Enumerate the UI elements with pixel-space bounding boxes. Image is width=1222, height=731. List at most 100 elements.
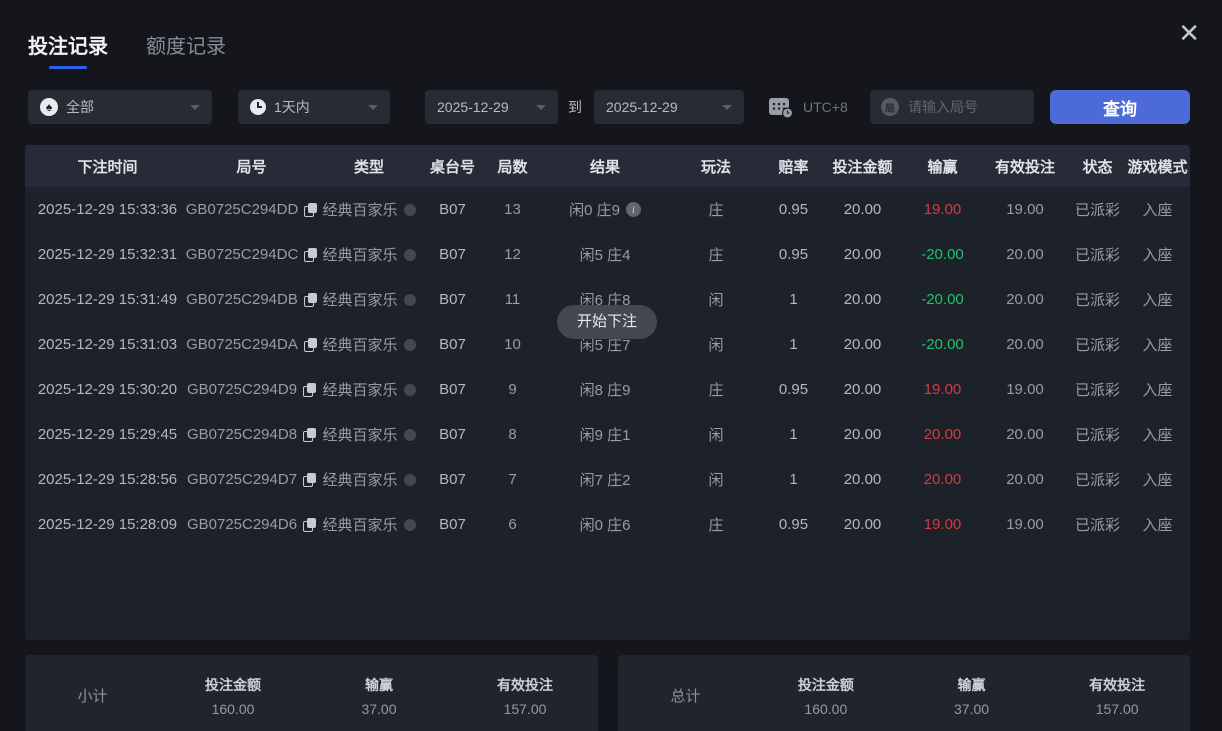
cell-win-loss: 20.00 (923, 426, 962, 443)
round-id-value: GB0725C294D6 (186, 516, 298, 533)
help-dot-icon (403, 518, 416, 531)
date-to-select[interactable]: 2025-12-29 (594, 90, 744, 124)
summary-stat-label: 输赢 (365, 677, 393, 693)
cell-round-id: GB0725C294DA (186, 336, 317, 353)
cell-bet-amount: 20.00 (843, 246, 882, 263)
cell-bet-time: 2025-12-29 15:30:20 (37, 381, 178, 398)
summary-stat: 有效投注 157.00 (452, 675, 598, 717)
timezone-control[interactable]: UTC+8 (768, 95, 848, 119)
table-header: 下注时间 局号 类型 桌台号 局数 结果 玩法 赔率 投注金额 输赢 有效投注 状态 游戏模式 (25, 145, 1190, 187)
cell-odds: 0.95 (778, 381, 809, 398)
cell-odds: 1 (789, 426, 798, 443)
copy-icon[interactable] (303, 517, 317, 532)
column-header: 有效投注 (994, 158, 1055, 176)
chevron-down-icon (722, 105, 732, 110)
tab-quota-records[interactable]: 额度记录 (146, 30, 226, 69)
date-from-select[interactable]: 2025-12-29 (425, 90, 558, 124)
cell-table-no: B07 (439, 291, 466, 308)
summary-stat-label: 投注金额 (205, 677, 261, 693)
query-button[interactable]: 查询 (1050, 90, 1190, 124)
result-value: 闲5 庄4 (579, 247, 631, 264)
game-type-select[interactable]: ♠ 全部 (28, 90, 212, 124)
total-panel: 总计 投注金额 160.00 输赢 37.00 有效投注 157.00 (618, 655, 1190, 731)
cell-game-type: 经典百家乐 (313, 424, 425, 445)
cell-odds: 1 (789, 471, 798, 488)
column-header: 局号 (236, 158, 267, 176)
help-dot-icon (403, 428, 416, 441)
cell-bet-time: 2025-12-29 15:31:49 (37, 291, 178, 308)
summary-stat-value: 37.00 (361, 701, 397, 717)
filter-bar: ♠ 全部 1天内 2025-12-29 到 2025-12-29 UTC+8 请… (0, 90, 1222, 124)
cell-valid-bet: 19.00 (1006, 516, 1044, 533)
date-to-label: 到 (568, 99, 582, 115)
start-betting-toast: 开始下注 (556, 305, 658, 339)
copy-icon[interactable] (303, 382, 317, 397)
cell-odds: 1 (789, 336, 798, 353)
summary-stat-label: 有效投注 (1089, 677, 1146, 693)
copy-icon[interactable] (303, 337, 317, 352)
cell-status: 已派彩 (1074, 202, 1120, 219)
round-id-value: GB0725C294D9 (186, 381, 298, 398)
cell-game-type: 经典百家乐 (313, 244, 425, 265)
table-body: 2025-12-29 15:33:36 GB0725C294DD 经典百家乐 B07 1… (25, 187, 1190, 547)
table-row: 2025-12-29 15:30:20 GB0725C294D9 经典百家乐 B07 9… (25, 367, 1190, 412)
cell-valid-bet: 20.00 (1006, 246, 1044, 263)
info-icon[interactable]: i (625, 202, 641, 217)
copy-icon[interactable] (303, 472, 317, 487)
tab-betting-records[interactable]: 投注记录 (28, 30, 108, 69)
cell-win-loss: 20.00 (923, 471, 962, 488)
cell-round-count: 11 (504, 291, 521, 308)
column-header: 状态 (1082, 158, 1113, 176)
game-type-value: 经典百家乐 (322, 472, 398, 489)
cell-bet-time: 2025-12-29 15:33:36 (37, 201, 178, 218)
cell-result: 闲0 庄9 i (545, 199, 665, 220)
cell-odds: 0.95 (778, 516, 809, 533)
cell-play: 闲 (708, 427, 724, 444)
game-type-value: 经典百家乐 (322, 427, 398, 444)
help-dot-icon (403, 338, 416, 351)
cell-table-no: B07 (439, 381, 466, 398)
cell-game-type: 经典百家乐 (313, 289, 425, 310)
help-dot-icon (403, 293, 416, 306)
cell-win-loss: -20.00 (921, 246, 964, 263)
copy-icon[interactable] (304, 247, 318, 262)
cell-table-no: B07 (439, 516, 466, 533)
cell-game-type: 经典百家乐 (313, 514, 425, 535)
result-value: 闲7 庄2 (579, 472, 631, 489)
cell-game-mode: 入座 (1142, 247, 1173, 264)
clock-icon (250, 99, 266, 115)
cell-valid-bet: 20.00 (1006, 426, 1044, 443)
spade-icon: ♠ (40, 98, 58, 116)
table-row: 2025-12-29 15:33:36 GB0725C294DD 经典百家乐 B07 1… (25, 187, 1190, 232)
cell-status: 已派彩 (1074, 472, 1120, 489)
chevron-down-icon (536, 105, 546, 110)
cell-round-id: GB0725C294D7 (187, 471, 317, 488)
total-label: 总计 (670, 688, 701, 705)
copy-icon[interactable] (303, 427, 317, 442)
time-range-select[interactable]: 1天内 (238, 90, 390, 124)
cell-round-count: 12 (504, 246, 521, 263)
table-row: 2025-12-29 15:32:31 GB0725C294DC 经典百家乐 B07 1… (25, 232, 1190, 277)
chevron-down-icon (190, 105, 200, 110)
cell-bet-amount: 20.00 (843, 381, 882, 398)
cell-game-type: 经典百家乐 (313, 469, 425, 490)
cell-odds: 0.95 (778, 201, 809, 218)
cell-result: 闲5 庄4 (545, 244, 665, 265)
column-header: 局数 (497, 158, 528, 176)
cell-valid-bet: 19.00 (1006, 201, 1044, 218)
calendar-clock-icon (769, 98, 793, 119)
cell-play: 闲 (708, 337, 724, 354)
cell-round-count: 13 (504, 201, 521, 218)
copy-icon[interactable] (303, 292, 317, 307)
cell-win-loss: -20.00 (921, 336, 964, 353)
cell-valid-bet: 19.00 (1006, 381, 1044, 398)
cell-status: 已派彩 (1074, 292, 1120, 309)
cell-table-no: B07 (439, 471, 466, 488)
cell-table-no: B07 (439, 336, 466, 353)
copy-icon[interactable] (304, 202, 318, 217)
close-icon[interactable]: ✕ (1174, 16, 1204, 50)
cell-valid-bet: 20.00 (1006, 471, 1044, 488)
cell-game-mode: 入座 (1142, 337, 1173, 354)
summary-stat: 投注金额 160.00 (753, 675, 899, 717)
summary-stat-value: 157.00 (1095, 701, 1139, 717)
